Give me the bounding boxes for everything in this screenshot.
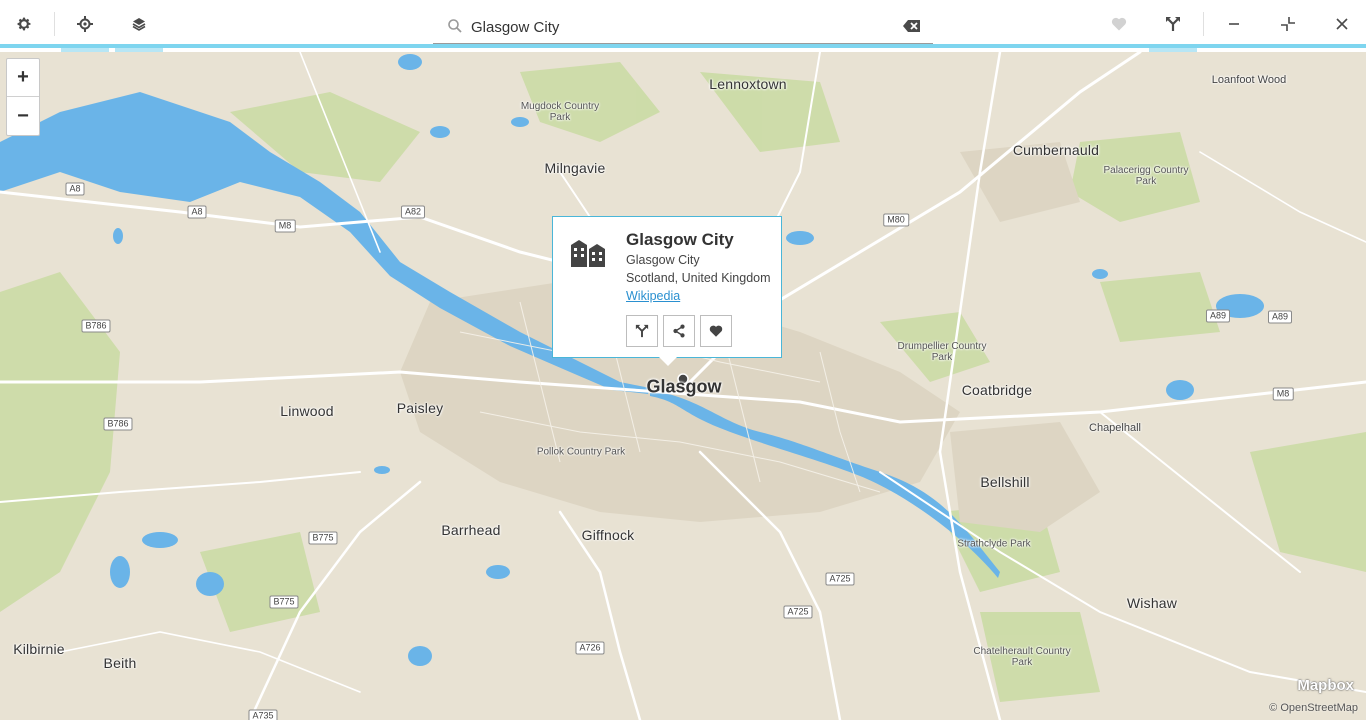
backspace-icon[interactable] — [903, 18, 921, 34]
map-attribution[interactable]: © OpenStreetMap — [1269, 702, 1358, 714]
separator — [54, 12, 55, 36]
road-shield: M8 — [1272, 387, 1294, 401]
place-label: Kilbirnie — [13, 641, 65, 657]
place-label: Chapelhall — [1089, 422, 1141, 434]
separator — [1203, 12, 1204, 36]
share-button[interactable] — [663, 315, 695, 347]
route-to-button[interactable] — [626, 315, 658, 347]
mapbox-logo: Mapbox — [1297, 677, 1354, 694]
settings-button[interactable] — [0, 0, 48, 48]
place-label: Mugdock Country Park — [520, 101, 600, 123]
route-button[interactable] — [1149, 0, 1197, 52]
map-canvas[interactable]: Lennoxtown Loanfoot Wood Mugdock Country… — [0, 52, 1366, 720]
restore-button[interactable] — [1264, 0, 1312, 48]
route-icon — [1166, 17, 1180, 31]
place-label: Cumbernauld — [1012, 142, 1100, 158]
crosshair-icon — [77, 16, 93, 32]
route-icon — [635, 324, 649, 338]
road-shield: A89 — [1267, 310, 1293, 324]
road-shield: A735 — [248, 709, 278, 720]
road-shield: M80 — [883, 213, 909, 227]
place-label: Palacerigg Country Park — [1103, 165, 1189, 187]
place-label: Paisley — [396, 400, 444, 416]
popup-title: Glasgow City — [626, 230, 734, 249]
road-shield: A8 — [65, 182, 85, 196]
city-icon — [571, 240, 605, 267]
road-shield: A725 — [783, 605, 813, 619]
road-shield: M8 — [274, 219, 296, 233]
search-input[interactable] — [471, 13, 901, 41]
zoom-out-button[interactable]: − — [7, 97, 39, 135]
popup-subtitle: Glasgow City — [626, 253, 700, 267]
place-popup: Glasgow City Glasgow City Scotland, Unit… — [552, 216, 782, 366]
restore-icon — [1281, 17, 1295, 31]
wikipedia-link[interactable]: Wikipedia — [626, 289, 680, 303]
close-button[interactable] — [1318, 0, 1366, 48]
place-label: Barrhead — [441, 522, 501, 538]
road-shield: A726 — [575, 641, 605, 655]
search-box — [433, 10, 933, 44]
place-label: Chatelherault Country Park — [973, 646, 1071, 668]
add-favorite-button[interactable] — [700, 315, 732, 347]
zoom-in-button[interactable]: + — [7, 59, 39, 97]
popup-region: Scotland, United Kingdom — [626, 271, 771, 285]
place-label: Loanfoot Wood — [1211, 74, 1287, 86]
minimize-icon — [1229, 23, 1239, 25]
road-shield: A82 — [400, 205, 426, 219]
place-label: Strathclyde Park — [957, 538, 1031, 550]
minimize-button[interactable] — [1210, 0, 1258, 48]
place-label: Beith — [103, 655, 137, 671]
place-label: Lennoxtown — [709, 76, 787, 92]
heart-icon — [709, 325, 723, 337]
road-shield: A89 — [1205, 309, 1231, 323]
search-icon — [448, 19, 462, 33]
place-label: Linwood — [280, 403, 334, 419]
layers-button[interactable] — [115, 0, 163, 52]
locate-button[interactable] — [61, 0, 109, 52]
share-icon — [673, 324, 685, 338]
road-shield: B786 — [103, 417, 133, 431]
road-shield: A725 — [825, 572, 855, 586]
place-label: Coatbridge — [961, 382, 1033, 398]
heart-icon — [1111, 17, 1127, 31]
road-shield: B775 — [308, 531, 338, 545]
zoom-control: + − — [6, 58, 40, 136]
road-shield: B786 — [81, 319, 111, 333]
favorite-button[interactable] — [1095, 0, 1143, 48]
close-icon — [1336, 18, 1348, 30]
place-label: Drumpellier Country Park — [897, 341, 987, 363]
place-label: Bellshill — [980, 474, 1030, 490]
road-shield: A8 — [187, 205, 207, 219]
gear-icon — [17, 17, 31, 31]
place-label: Pollok Country Park — [536, 446, 626, 458]
place-label: Glasgow — [646, 376, 722, 397]
place-label: Milngavie — [544, 160, 606, 176]
layers-icon — [132, 18, 146, 31]
header-bar — [0, 0, 1366, 52]
place-label: Wishaw — [1126, 595, 1178, 611]
road-shield: B775 — [269, 595, 299, 609]
place-label: Giffnock — [581, 527, 635, 543]
